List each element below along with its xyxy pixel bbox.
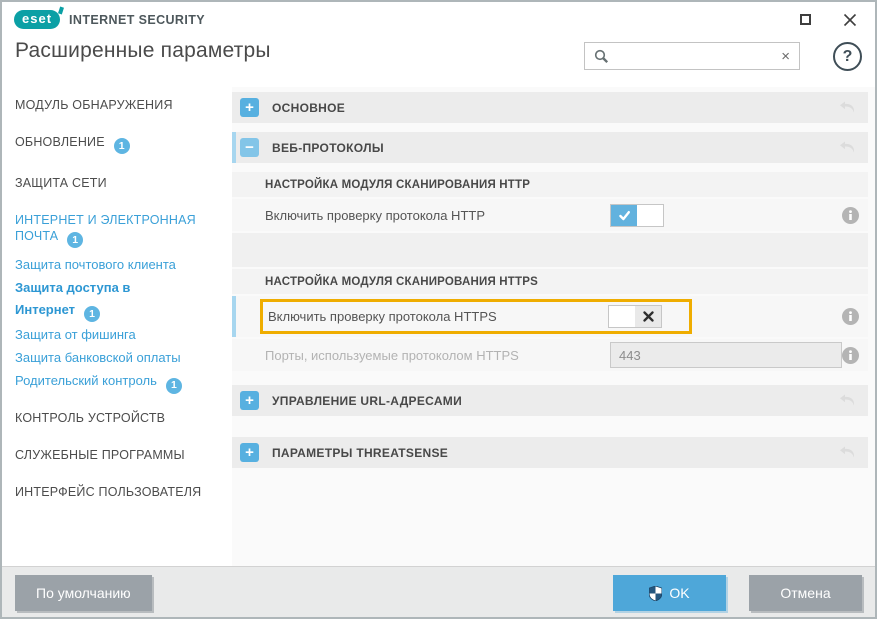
section-header-web-protocols[interactable]: − ВЕБ-ПРОТОКОЛЫ bbox=[232, 132, 868, 163]
info-icon[interactable] bbox=[842, 308, 859, 325]
info-icon[interactable] bbox=[842, 207, 859, 224]
sidebar-subsection-web-email: Защита почтового клиента Защита доступа … bbox=[15, 254, 224, 394]
setting-label: Включить проверку протокола HTTPS bbox=[268, 309, 608, 324]
setting-row-https-ports: Порты, используемые протоколом HTTPS bbox=[232, 339, 868, 371]
notification-badge: 1 bbox=[84, 306, 100, 322]
setting-label: Включить проверку протокола HTTP bbox=[265, 208, 610, 223]
close-icon[interactable] bbox=[843, 13, 857, 27]
sidebar-item-label: Защита почтового клиента bbox=[15, 257, 176, 272]
sidebar-item-label: Защита банковской оплаты bbox=[15, 350, 181, 365]
toggle-enable-https-off[interactable] bbox=[608, 305, 662, 328]
sidebar-item-parental-control[interactable]: Родительский контроль 1 bbox=[15, 370, 224, 394]
settings-content: + ОСНОВНОЕ − ВЕБ-ПРОТОКОЛЫ НАСТРОЙКА МОД… bbox=[232, 87, 877, 566]
default-button[interactable]: По умолчанию bbox=[15, 575, 152, 611]
section-label: ПАРАМЕТРЫ THREATSENSE bbox=[272, 446, 448, 460]
group-header-label: НАСТРОЙКА МОДУЛЯ СКАНИРОВАНИЯ HTTP bbox=[265, 179, 530, 191]
sidebar-item-label: ИНТЕРНЕТ И ЭЛЕКТРОННАЯ ПОЧТА bbox=[15, 213, 196, 243]
ok-button[interactable]: OK bbox=[613, 575, 726, 611]
window-controls bbox=[800, 13, 857, 27]
toggle-knob bbox=[637, 205, 663, 226]
sidebar-item-banking-protection[interactable]: Защита банковской оплаты bbox=[15, 347, 224, 368]
cancel-button[interactable]: Отмена bbox=[749, 575, 862, 611]
help-button[interactable]: ? bbox=[833, 42, 862, 71]
toggle-check-icon bbox=[611, 205, 637, 226]
search-input[interactable] bbox=[616, 49, 781, 64]
sidebar-item-antiphishing[interactable]: Защита от фишинга bbox=[15, 324, 224, 345]
sidebar-item-label: СЛУЖЕБНЫЕ ПРОГРАММЫ bbox=[15, 448, 185, 462]
sidebar-item-detection-engine[interactable]: МОДУЛЬ ОБНАРУЖЕНИЯ bbox=[15, 97, 224, 113]
expand-plus-icon[interactable]: + bbox=[240, 443, 259, 462]
revert-icon[interactable] bbox=[839, 101, 858, 114]
section-header-threatsense[interactable]: + ПАРАМЕТРЫ THREATSENSE bbox=[232, 437, 868, 468]
collapse-minus-icon[interactable]: − bbox=[240, 138, 259, 157]
sidebar-item-user-interface[interactable]: ИНТЕРФЕЙС ПОЛЬЗОВАТЕЛЯ bbox=[15, 484, 224, 500]
info-icon[interactable] bbox=[842, 347, 859, 364]
revert-icon[interactable] bbox=[839, 394, 858, 407]
sidebar-item-web-and-email[interactable]: ИНТЕРНЕТ И ЭЛЕКТРОННАЯ ПОЧТА1 bbox=[15, 212, 215, 248]
notification-badge: 1 bbox=[67, 232, 83, 248]
search-icon bbox=[594, 49, 609, 64]
section-label: ОСНОВНОЕ bbox=[272, 101, 345, 115]
sidebar: МОДУЛЬ ОБНАРУЖЕНИЯ ОБНОВЛЕНИЕ 1 ЗАЩИТА СЕ… bbox=[2, 87, 232, 566]
sidebar-item-label: КОНТРОЛЬ УСТРОЙСТВ bbox=[15, 411, 165, 425]
sidebar-item-email-client-protection[interactable]: Защита почтового клиента bbox=[15, 254, 224, 275]
section-header-url-management[interactable]: + УПРАВЛЕНИЕ URL-АДРЕСАМИ bbox=[232, 385, 868, 416]
highlight-outline: Включить проверку протокола HTTPS bbox=[260, 299, 692, 334]
sidebar-item-label: Родительский контроль bbox=[15, 373, 157, 388]
eset-logo: eset bbox=[14, 10, 60, 29]
notification-badge: 1 bbox=[114, 138, 130, 154]
toggle-knob bbox=[609, 306, 635, 327]
section-label: ВЕБ-ПРОТОКОЛЫ bbox=[272, 141, 384, 155]
group-separator bbox=[232, 233, 868, 267]
sidebar-item-update[interactable]: ОБНОВЛЕНИЕ 1 bbox=[15, 134, 224, 154]
sidebar-item-device-control[interactable]: КОНТРОЛЬ УСТРОЙСТВ bbox=[15, 410, 224, 426]
section-header-basic[interactable]: + ОСНОВНОЕ bbox=[232, 92, 868, 123]
uac-shield-icon bbox=[649, 586, 662, 601]
eset-advanced-setup-window: eset INTERNET SECURITY Расширенные парам… bbox=[0, 0, 877, 619]
expand-plus-icon[interactable]: + bbox=[240, 98, 259, 117]
product-name: INTERNET SECURITY bbox=[69, 13, 205, 27]
revert-icon[interactable] bbox=[839, 446, 858, 459]
toggle-enable-http-on[interactable] bbox=[610, 204, 664, 227]
setting-label: Порты, используемые протоколом HTTPS bbox=[265, 348, 610, 363]
group-header-https: НАСТРОЙКА МОДУЛЯ СКАНИРОВАНИЯ HTTPS bbox=[232, 269, 868, 294]
section-label: УПРАВЛЕНИЕ URL-АДРЕСАМИ bbox=[272, 394, 462, 408]
sidebar-item-web-access-protection[interactable]: Защита доступа в Интернет1 bbox=[15, 277, 177, 322]
toggle-cross-icon bbox=[635, 306, 661, 327]
revert-icon[interactable] bbox=[839, 141, 858, 154]
sidebar-item-label: Защита доступа в Интернет bbox=[15, 280, 130, 317]
titlebar: eset INTERNET SECURITY bbox=[2, 2, 875, 35]
sidebar-item-label: ОБНОВЛЕНИЕ bbox=[15, 135, 105, 149]
footer-bar: По умолчанию OK Отмена bbox=[2, 566, 875, 619]
sidebar-item-label: МОДУЛЬ ОБНАРУЖЕНИЯ bbox=[15, 98, 173, 112]
sidebar-item-label: Защита от фишинга bbox=[15, 327, 136, 342]
search-clear-icon[interactable]: × bbox=[781, 49, 790, 64]
https-ports-input[interactable] bbox=[610, 342, 842, 368]
group-header-http: НАСТРОЙКА МОДУЛЯ СКАНИРОВАНИЯ HTTP bbox=[232, 172, 868, 197]
expand-plus-icon[interactable]: + bbox=[240, 391, 259, 410]
ok-button-label: OK bbox=[669, 585, 689, 601]
group-header-label: НАСТРОЙКА МОДУЛЯ СКАНИРОВАНИЯ HTTPS bbox=[265, 276, 538, 288]
sidebar-item-tools[interactable]: СЛУЖЕБНЫЕ ПРОГРАММЫ bbox=[15, 447, 224, 463]
search-box: × bbox=[584, 42, 800, 70]
maximize-icon[interactable] bbox=[800, 14, 811, 25]
sidebar-item-network-protection[interactable]: ЗАЩИТА СЕТИ bbox=[15, 175, 224, 191]
notification-badge: 1 bbox=[166, 378, 182, 394]
setting-row-enable-https: Включить проверку протокола HTTPS bbox=[232, 296, 868, 337]
setting-row-enable-http: Включить проверку протокола HTTP bbox=[232, 199, 868, 231]
sidebar-item-label: ЗАЩИТА СЕТИ bbox=[15, 176, 107, 190]
sidebar-item-label: ИНТЕРФЕЙС ПОЛЬЗОВАТЕЛЯ bbox=[15, 485, 201, 499]
header: Расширенные параметры × ? bbox=[2, 35, 875, 87]
